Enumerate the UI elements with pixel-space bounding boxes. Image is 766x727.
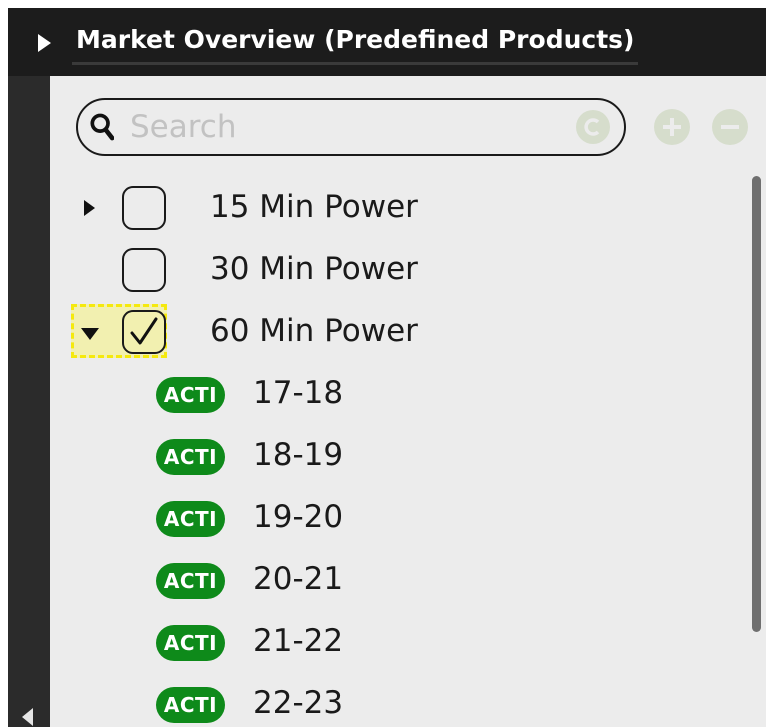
search-icon — [90, 113, 114, 141]
status-badge-active: ACTI — [156, 687, 225, 723]
left-side-rail — [8, 76, 50, 727]
market-overview-window: Market Overview (Predefined Products) Se… — [8, 8, 766, 727]
product-label: 30 Min Power — [210, 251, 418, 287]
tree-row-60-min-power[interactable]: 60 Min Power — [50, 301, 740, 361]
scrollbar-thumb[interactable] — [752, 176, 761, 632]
plus-icon-bar-vertical — [670, 118, 674, 136]
clear-search-icon[interactable] — [576, 110, 610, 144]
add-product-button[interactable] — [654, 109, 690, 145]
status-badge-active: ACTI — [156, 563, 225, 599]
product-label: 60 Min Power — [210, 313, 418, 349]
status-badge-active: ACTI — [156, 625, 225, 661]
collapse-triangle-icon[interactable] — [81, 328, 99, 340]
product-tree-panel: 15 Min Power 30 Min Power 60 Min Power A… — [50, 76, 766, 727]
product-checkbox-checked[interactable] — [122, 310, 166, 354]
window-titlebar: Market Overview (Predefined Products) — [8, 8, 766, 76]
contract-row[interactable]: ACTI 19-20 — [50, 487, 740, 547]
product-checkbox[interactable] — [122, 186, 166, 230]
clear-glyph-icon — [584, 118, 600, 136]
tree-row-30-min-power[interactable]: 30 Min Power — [50, 239, 740, 299]
product-checkbox[interactable] — [122, 248, 166, 292]
contract-row[interactable]: ACTI 21-22 — [50, 611, 740, 671]
status-badge-active: ACTI — [156, 439, 225, 475]
window-title: Market Overview (Predefined Products) — [72, 18, 639, 65]
contract-label: 22-23 — [253, 685, 344, 721]
expand-triangle-icon[interactable] — [84, 200, 95, 216]
contract-row[interactable]: ACTI 17-18 — [50, 363, 740, 423]
remove-product-button[interactable] — [712, 109, 748, 145]
minus-icon-bar — [721, 125, 739, 129]
contract-label: 17-18 — [253, 375, 344, 411]
collapse-panel-triangle-icon[interactable] — [38, 34, 51, 52]
contract-row[interactable]: ACTI 20-21 — [50, 549, 740, 609]
contract-label: 20-21 — [253, 561, 344, 597]
status-badge-active: ACTI — [156, 501, 225, 537]
checkmark-icon — [130, 317, 158, 345]
contract-label: 21-22 — [253, 623, 344, 659]
expand-rail-triangle-left-icon[interactable] — [22, 708, 33, 726]
search-input[interactable] — [130, 106, 550, 148]
contract-row[interactable]: ACTI 18-19 — [50, 425, 740, 485]
search-field[interactable] — [76, 98, 626, 156]
contract-label: 19-20 — [253, 499, 344, 535]
contract-label: 18-19 — [253, 437, 344, 473]
status-badge-active: ACTI — [156, 377, 225, 413]
contract-row[interactable]: ACTI 22-23 — [50, 673, 740, 727]
vertical-scrollbar[interactable] — [748, 172, 766, 727]
product-label: 15 Min Power — [210, 189, 418, 225]
tree-row-15-min-power[interactable]: 15 Min Power — [50, 177, 740, 237]
